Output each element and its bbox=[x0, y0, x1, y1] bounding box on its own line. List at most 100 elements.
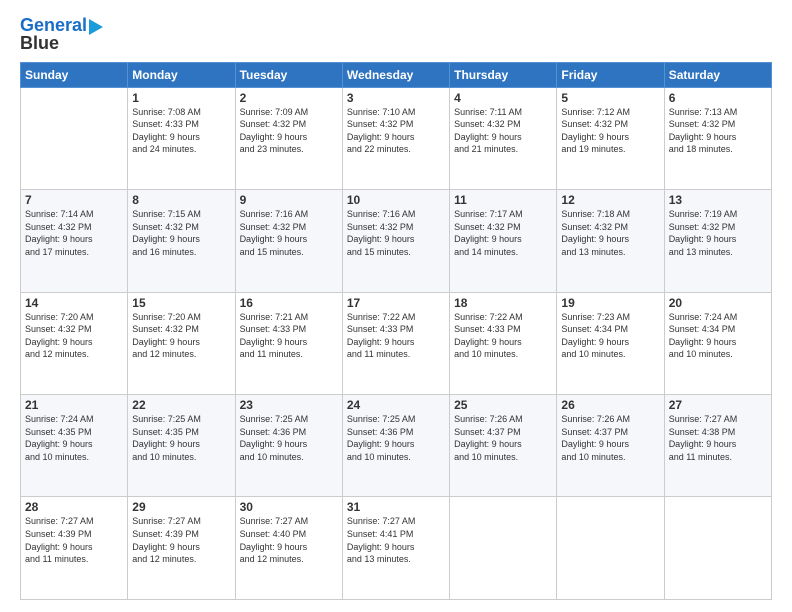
day-number: 22 bbox=[132, 398, 230, 412]
header: General Blue bbox=[20, 16, 772, 54]
day-number: 1 bbox=[132, 91, 230, 105]
day-number: 27 bbox=[669, 398, 767, 412]
day-info: Sunrise: 7:12 AM Sunset: 4:32 PM Dayligh… bbox=[561, 106, 659, 156]
day-number: 31 bbox=[347, 500, 445, 514]
day-info: Sunrise: 7:09 AM Sunset: 4:32 PM Dayligh… bbox=[240, 106, 338, 156]
day-info: Sunrise: 7:24 AM Sunset: 4:34 PM Dayligh… bbox=[669, 311, 767, 361]
calendar-cell: 3Sunrise: 7:10 AM Sunset: 4:32 PM Daylig… bbox=[342, 87, 449, 189]
calendar-cell: 13Sunrise: 7:19 AM Sunset: 4:32 PM Dayli… bbox=[664, 190, 771, 292]
logo-general: General bbox=[20, 15, 87, 35]
day-number: 6 bbox=[669, 91, 767, 105]
day-number: 10 bbox=[347, 193, 445, 207]
calendar-header-tuesday: Tuesday bbox=[235, 62, 342, 87]
calendar-cell: 6Sunrise: 7:13 AM Sunset: 4:32 PM Daylig… bbox=[664, 87, 771, 189]
day-number: 20 bbox=[669, 296, 767, 310]
day-info: Sunrise: 7:08 AM Sunset: 4:33 PM Dayligh… bbox=[132, 106, 230, 156]
calendar-cell: 17Sunrise: 7:22 AM Sunset: 4:33 PM Dayli… bbox=[342, 292, 449, 394]
calendar-cell: 19Sunrise: 7:23 AM Sunset: 4:34 PM Dayli… bbox=[557, 292, 664, 394]
day-number: 29 bbox=[132, 500, 230, 514]
day-info: Sunrise: 7:14 AM Sunset: 4:32 PM Dayligh… bbox=[25, 208, 123, 258]
day-info: Sunrise: 7:27 AM Sunset: 4:39 PM Dayligh… bbox=[132, 515, 230, 565]
day-info: Sunrise: 7:11 AM Sunset: 4:32 PM Dayligh… bbox=[454, 106, 552, 156]
day-info: Sunrise: 7:25 AM Sunset: 4:36 PM Dayligh… bbox=[240, 413, 338, 463]
day-number: 15 bbox=[132, 296, 230, 310]
calendar-cell: 29Sunrise: 7:27 AM Sunset: 4:39 PM Dayli… bbox=[128, 497, 235, 600]
day-info: Sunrise: 7:15 AM Sunset: 4:32 PM Dayligh… bbox=[132, 208, 230, 258]
logo-blue: Blue bbox=[20, 34, 59, 54]
calendar-cell: 12Sunrise: 7:18 AM Sunset: 4:32 PM Dayli… bbox=[557, 190, 664, 292]
day-number: 23 bbox=[240, 398, 338, 412]
calendar-header-monday: Monday bbox=[128, 62, 235, 87]
day-number: 24 bbox=[347, 398, 445, 412]
calendar-week-3: 14Sunrise: 7:20 AM Sunset: 4:32 PM Dayli… bbox=[21, 292, 772, 394]
calendar-cell bbox=[21, 87, 128, 189]
day-info: Sunrise: 7:27 AM Sunset: 4:41 PM Dayligh… bbox=[347, 515, 445, 565]
calendar-cell bbox=[664, 497, 771, 600]
calendar-cell: 11Sunrise: 7:17 AM Sunset: 4:32 PM Dayli… bbox=[450, 190, 557, 292]
calendar-week-5: 28Sunrise: 7:27 AM Sunset: 4:39 PM Dayli… bbox=[21, 497, 772, 600]
day-number: 17 bbox=[347, 296, 445, 310]
day-info: Sunrise: 7:16 AM Sunset: 4:32 PM Dayligh… bbox=[240, 208, 338, 258]
day-number: 13 bbox=[669, 193, 767, 207]
calendar-cell: 20Sunrise: 7:24 AM Sunset: 4:34 PM Dayli… bbox=[664, 292, 771, 394]
calendar-cell: 7Sunrise: 7:14 AM Sunset: 4:32 PM Daylig… bbox=[21, 190, 128, 292]
day-number: 11 bbox=[454, 193, 552, 207]
calendar-cell: 4Sunrise: 7:11 AM Sunset: 4:32 PM Daylig… bbox=[450, 87, 557, 189]
calendar-cell bbox=[450, 497, 557, 600]
calendar-cell: 16Sunrise: 7:21 AM Sunset: 4:33 PM Dayli… bbox=[235, 292, 342, 394]
day-number: 2 bbox=[240, 91, 338, 105]
logo: General Blue bbox=[20, 16, 103, 54]
day-number: 28 bbox=[25, 500, 123, 514]
day-info: Sunrise: 7:26 AM Sunset: 4:37 PM Dayligh… bbox=[561, 413, 659, 463]
day-info: Sunrise: 7:24 AM Sunset: 4:35 PM Dayligh… bbox=[25, 413, 123, 463]
calendar-cell: 10Sunrise: 7:16 AM Sunset: 4:32 PM Dayli… bbox=[342, 190, 449, 292]
day-info: Sunrise: 7:25 AM Sunset: 4:35 PM Dayligh… bbox=[132, 413, 230, 463]
day-number: 3 bbox=[347, 91, 445, 105]
day-info: Sunrise: 7:23 AM Sunset: 4:34 PM Dayligh… bbox=[561, 311, 659, 361]
day-info: Sunrise: 7:19 AM Sunset: 4:32 PM Dayligh… bbox=[669, 208, 767, 258]
day-info: Sunrise: 7:25 AM Sunset: 4:36 PM Dayligh… bbox=[347, 413, 445, 463]
day-number: 5 bbox=[561, 91, 659, 105]
day-number: 21 bbox=[25, 398, 123, 412]
calendar-header-sunday: Sunday bbox=[21, 62, 128, 87]
day-info: Sunrise: 7:26 AM Sunset: 4:37 PM Dayligh… bbox=[454, 413, 552, 463]
calendar-cell: 5Sunrise: 7:12 AM Sunset: 4:32 PM Daylig… bbox=[557, 87, 664, 189]
logo-arrow-icon bbox=[89, 19, 103, 35]
day-info: Sunrise: 7:22 AM Sunset: 4:33 PM Dayligh… bbox=[347, 311, 445, 361]
calendar-cell: 30Sunrise: 7:27 AM Sunset: 4:40 PM Dayli… bbox=[235, 497, 342, 600]
calendar-cell: 22Sunrise: 7:25 AM Sunset: 4:35 PM Dayli… bbox=[128, 395, 235, 497]
day-info: Sunrise: 7:18 AM Sunset: 4:32 PM Dayligh… bbox=[561, 208, 659, 258]
calendar-cell: 23Sunrise: 7:25 AM Sunset: 4:36 PM Dayli… bbox=[235, 395, 342, 497]
day-number: 4 bbox=[454, 91, 552, 105]
calendar-cell: 27Sunrise: 7:27 AM Sunset: 4:38 PM Dayli… bbox=[664, 395, 771, 497]
page: General Blue SundayMondayTuesdayWednesda… bbox=[0, 0, 792, 612]
day-number: 18 bbox=[454, 296, 552, 310]
calendar-header-wednesday: Wednesday bbox=[342, 62, 449, 87]
day-info: Sunrise: 7:13 AM Sunset: 4:32 PM Dayligh… bbox=[669, 106, 767, 156]
calendar-cell bbox=[557, 497, 664, 600]
day-info: Sunrise: 7:27 AM Sunset: 4:38 PM Dayligh… bbox=[669, 413, 767, 463]
day-info: Sunrise: 7:27 AM Sunset: 4:40 PM Dayligh… bbox=[240, 515, 338, 565]
day-number: 25 bbox=[454, 398, 552, 412]
day-info: Sunrise: 7:27 AM Sunset: 4:39 PM Dayligh… bbox=[25, 515, 123, 565]
day-info: Sunrise: 7:22 AM Sunset: 4:33 PM Dayligh… bbox=[454, 311, 552, 361]
calendar-cell: 24Sunrise: 7:25 AM Sunset: 4:36 PM Dayli… bbox=[342, 395, 449, 497]
calendar-cell: 21Sunrise: 7:24 AM Sunset: 4:35 PM Dayli… bbox=[21, 395, 128, 497]
day-number: 26 bbox=[561, 398, 659, 412]
calendar-cell: 25Sunrise: 7:26 AM Sunset: 4:37 PM Dayli… bbox=[450, 395, 557, 497]
day-number: 19 bbox=[561, 296, 659, 310]
calendar-cell: 28Sunrise: 7:27 AM Sunset: 4:39 PM Dayli… bbox=[21, 497, 128, 600]
calendar-cell: 8Sunrise: 7:15 AM Sunset: 4:32 PM Daylig… bbox=[128, 190, 235, 292]
day-number: 7 bbox=[25, 193, 123, 207]
day-number: 8 bbox=[132, 193, 230, 207]
day-info: Sunrise: 7:17 AM Sunset: 4:32 PM Dayligh… bbox=[454, 208, 552, 258]
calendar-cell: 26Sunrise: 7:26 AM Sunset: 4:37 PM Dayli… bbox=[557, 395, 664, 497]
calendar-header-thursday: Thursday bbox=[450, 62, 557, 87]
day-number: 16 bbox=[240, 296, 338, 310]
day-number: 12 bbox=[561, 193, 659, 207]
calendar-header-row: SundayMondayTuesdayWednesdayThursdayFrid… bbox=[21, 62, 772, 87]
calendar-table: SundayMondayTuesdayWednesdayThursdayFrid… bbox=[20, 62, 772, 600]
calendar-cell: 2Sunrise: 7:09 AM Sunset: 4:32 PM Daylig… bbox=[235, 87, 342, 189]
calendar-cell: 18Sunrise: 7:22 AM Sunset: 4:33 PM Dayli… bbox=[450, 292, 557, 394]
calendar-header-friday: Friday bbox=[557, 62, 664, 87]
